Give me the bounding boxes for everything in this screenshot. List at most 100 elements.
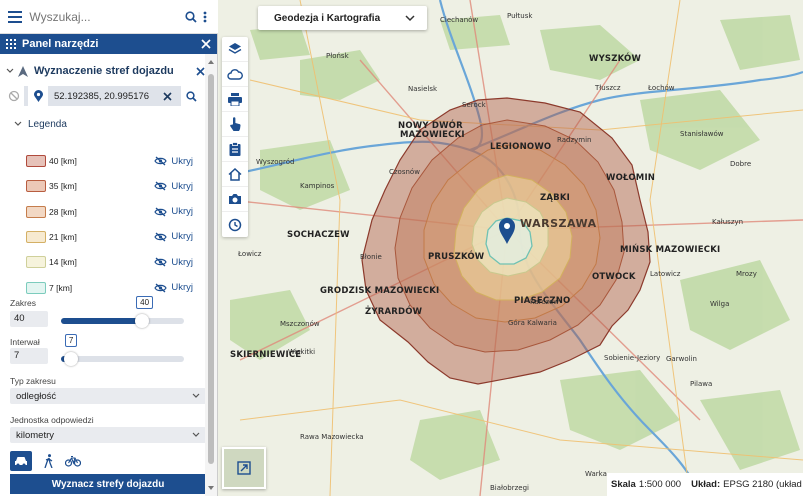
search-icon[interactable] — [184, 5, 198, 29]
search-icon[interactable] — [181, 86, 201, 106]
legend-header[interactable]: Legenda — [0, 112, 205, 136]
layers-button[interactable] — [222, 37, 248, 62]
map-place-label: Pułtusk — [507, 12, 533, 20]
map-place-label: Dobre — [730, 160, 752, 168]
unit-select[interactable]: kilometry — [10, 427, 206, 443]
map-place-label: Łochów — [648, 84, 675, 92]
scroll-up-icon[interactable] — [207, 58, 215, 66]
home-icon — [228, 167, 242, 181]
map-place-label: Łowicz — [238, 250, 262, 258]
pedestrian-icon — [44, 454, 53, 468]
interval-slider-handle[interactable] — [63, 352, 78, 366]
legend-swatch — [26, 155, 46, 167]
car-mode-button[interactable] — [10, 451, 32, 471]
hide-label: Ukryj — [171, 180, 193, 192]
bike-mode-button[interactable] — [62, 451, 84, 471]
panel-header: Panel narzędzi — [0, 34, 217, 54]
hide-layer-button[interactable]: Ukryj — [154, 282, 193, 293]
apps-grid-icon — [6, 39, 16, 49]
hide-layer-button[interactable]: Ukryj — [154, 181, 193, 192]
layer-dropdown[interactable]: Geodezja i Kartografia — [258, 6, 427, 30]
map-place-label: Karczew — [530, 298, 560, 306]
eye-off-icon — [154, 257, 168, 267]
range-type-label: Typ zakresu — [10, 376, 56, 386]
disable-icon[interactable] — [4, 86, 24, 106]
camera-button[interactable] — [222, 187, 248, 212]
map-place-label: Latowicz — [650, 270, 681, 278]
print-button[interactable] — [222, 87, 248, 112]
eye-off-icon — [154, 207, 168, 217]
hide-layer-button[interactable]: Ukryj — [154, 156, 193, 167]
menu-icon[interactable] — [0, 0, 29, 34]
map-place-label: Mszczonów — [280, 320, 320, 328]
clear-icon[interactable] — [157, 86, 177, 106]
range-slider[interactable] — [61, 314, 184, 328]
more-vertical-icon[interactable] — [198, 5, 212, 29]
section-title: Wyznaczenie stref dojazdu — [34, 65, 174, 77]
hide-label: Ukryj — [171, 155, 193, 167]
cloud-button[interactable] — [222, 62, 248, 87]
history-button[interactable] — [222, 212, 248, 237]
scrollbar-thumb[interactable] — [208, 74, 214, 464]
chevron-down-icon — [14, 121, 22, 126]
map-place-label: Czosnów — [389, 168, 420, 176]
map-place-label: MAZOWIECKI — [400, 130, 465, 140]
map-place-label: Wiskitki — [288, 348, 316, 356]
map-place-label: Wyszogród — [256, 158, 295, 166]
hide-layer-button[interactable]: Ukryj — [154, 257, 193, 268]
map-place-label: Rawa Mazowiecka — [300, 433, 364, 441]
interval-input[interactable]: 7 — [10, 348, 48, 364]
search-bar — [0, 0, 218, 34]
walk-mode-button[interactable] — [38, 451, 60, 471]
layer-dropdown-value: Geodezja i Kartografia — [274, 12, 381, 24]
map-place-label: ŻYRARDÓW — [365, 307, 423, 317]
scale-value[interactable]: 1:500 000 — [639, 479, 681, 490]
layers-icon — [228, 43, 242, 54]
legend-swatch — [26, 256, 46, 269]
panel-body: Wyznaczenie stref dojazdu 52.192385, 20.… — [0, 54, 206, 496]
pointer-button[interactable] — [222, 112, 248, 137]
map-place-label: MIŃSK MAZOWIECKI — [620, 245, 721, 255]
range-label: Zakres — [10, 298, 36, 308]
clipboard-button[interactable] — [222, 137, 248, 162]
range-input[interactable]: 40 — [10, 311, 48, 327]
eye-off-icon — [154, 181, 168, 191]
map-place-label: Płońsk — [326, 52, 349, 60]
map-place-label: Stanisławów — [680, 130, 724, 138]
scroll-down-icon[interactable] — [207, 484, 215, 492]
panel-scrollbar[interactable] — [205, 54, 217, 496]
legend-label: 35 [km] — [49, 181, 77, 192]
history-icon — [228, 218, 242, 231]
interval-slider[interactable] — [61, 352, 184, 366]
close-icon[interactable] — [201, 39, 211, 49]
range-type-select[interactable]: odległość — [10, 388, 206, 404]
legend-item: 28 [km] Ukryj — [26, 205, 193, 219]
map-place-label: Wilga — [710, 300, 730, 308]
section-header[interactable]: Wyznaczenie stref dojazdu — [0, 56, 205, 86]
compass-arrow-icon — [18, 65, 28, 77]
home-button[interactable] — [222, 162, 248, 187]
map-place-label: Sobienie-Jeziory — [604, 354, 661, 362]
legend-item: 14 [km] Ukryj — [26, 255, 193, 269]
search-input[interactable] — [29, 4, 185, 29]
map-place-label: Białobrzegi — [490, 484, 529, 492]
coordinates-field[interactable]: 52.192385, 20.995176 — [52, 91, 157, 102]
map-place-label: Góra Kalwaria — [508, 319, 557, 327]
hide-layer-button[interactable]: Ukryj — [154, 206, 193, 217]
range-tooltip: 40 — [136, 296, 154, 309]
map-place-label: ZĄBKI — [540, 193, 570, 203]
overview-map-button[interactable] — [222, 447, 266, 489]
legend-label: 14 [km] — [49, 257, 77, 268]
unit-value: kilometry — [16, 429, 55, 441]
range-slider-handle[interactable] — [135, 314, 150, 328]
camera-icon — [229, 194, 241, 204]
close-section-icon[interactable] — [196, 66, 205, 76]
legend-item: 35 [km] Ukryj — [26, 179, 193, 193]
legend-swatch — [26, 205, 46, 218]
range-slider-fill — [61, 318, 143, 324]
map-pin-icon[interactable] — [28, 86, 48, 106]
crs-value[interactable]: EPSG 2180 (układ 1992) — [723, 479, 803, 490]
interval-label: Interwał — [10, 337, 40, 347]
hide-layer-button[interactable]: Ukryj — [154, 231, 193, 242]
submit-button[interactable]: Wyznacz strefy dojazdu — [10, 474, 206, 494]
